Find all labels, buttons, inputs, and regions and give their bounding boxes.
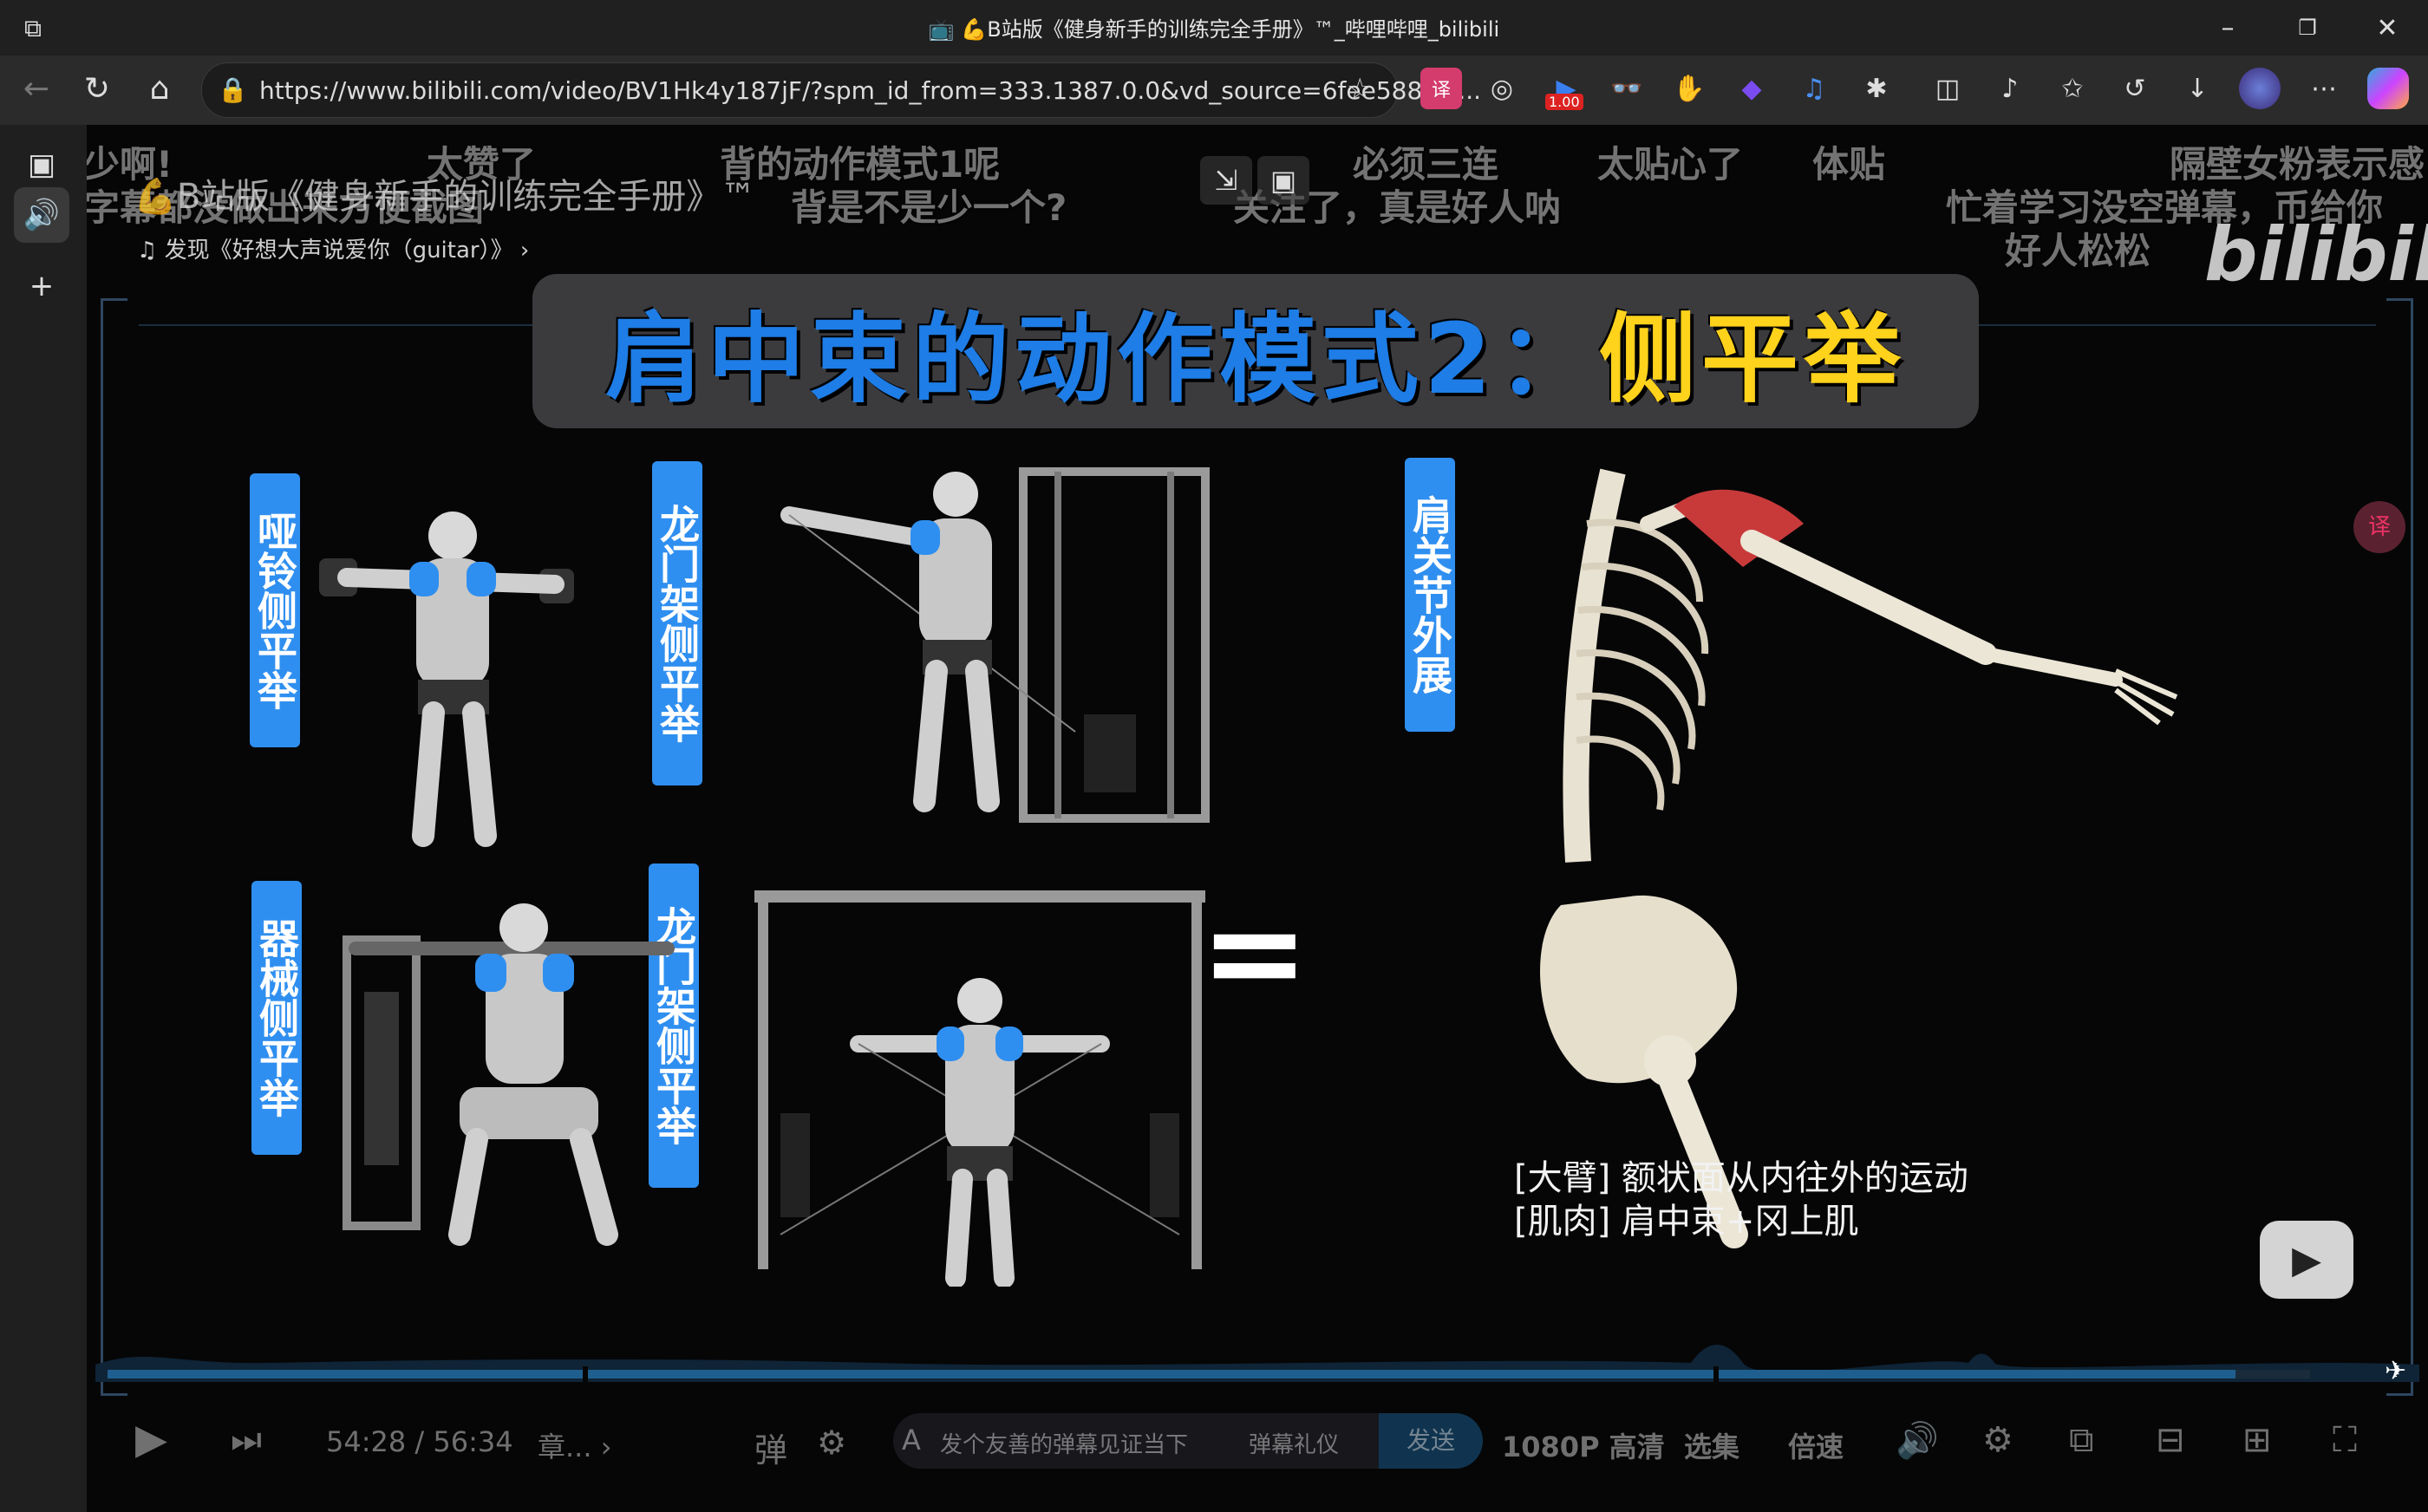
- pip-control-icon[interactable]: ⧉: [2069, 1420, 2094, 1460]
- progress-handle-icon[interactable]: ✈: [2385, 1356, 2406, 1386]
- downloads-icon[interactable]: ↓: [2177, 68, 2218, 109]
- danmaku-placeholder: 发个友善的弹幕见证当下: [940, 1432, 1189, 1458]
- audio-tab-icon[interactable]: 🔊: [14, 187, 69, 243]
- url-text[interactable]: https://www.bilibili.com/video/BV1Hk4y18…: [259, 76, 1481, 105]
- send-button[interactable]: 发送: [1379, 1413, 1483, 1469]
- episodes-button[interactable]: 选集: [1684, 1425, 1739, 1465]
- purple-extension-icon[interactable]: ◆: [1731, 68, 1772, 109]
- next-button[interactable]: ⏭: [231, 1420, 262, 1460]
- danmaku-settings-icon[interactable]: ⚙: [817, 1424, 846, 1462]
- time-separator: /: [414, 1425, 425, 1458]
- restore-button[interactable]: ❐: [2268, 0, 2346, 55]
- refresh-icon[interactable]: ↻: [73, 64, 121, 113]
- label-shoulder-abduction: 肩关节外展: [1405, 458, 1455, 732]
- bilibili-tv-icon[interactable]: ▶: [2260, 1221, 2353, 1299]
- back-icon[interactable]: ←: [12, 64, 61, 113]
- read-aloud-icon[interactable]: ♪: [1989, 68, 2031, 109]
- danmaku-toggle-icon[interactable]: 弹: [754, 1424, 787, 1471]
- time-current: 54:28: [326, 1425, 407, 1458]
- widescreen-icon[interactable]: ⊟: [2156, 1420, 2185, 1460]
- translate-extension-icon[interactable]: 译: [1420, 68, 1462, 109]
- minimize-button[interactable]: –: [2189, 0, 2267, 55]
- cable-raise-figure-2: [754, 890, 1205, 1287]
- machine-raise-figure: [343, 903, 675, 1246]
- label-cable-raise-1: 龙门架侧平举: [652, 461, 702, 785]
- fullscreen-icon[interactable]: ⛶: [2333, 1420, 2357, 1460]
- chevron-right-icon: ›: [512, 238, 530, 264]
- video-player[interactable]: 少啊! 太赞了 背的动作模式1呢 必须三连 太贴心了 体贴 隔壁女粉表示感 字幕…: [87, 125, 2428, 1512]
- extension-badge: 1.00: [1545, 94, 1583, 110]
- time-total: 56:34: [433, 1425, 513, 1458]
- danmaku-item: 背是不是少一个?: [791, 186, 1067, 229]
- danmaku-item: 好人松松: [2005, 230, 2151, 272]
- profile-avatar[interactable]: [2239, 68, 2281, 109]
- progress-track[interactable]: [108, 1370, 2310, 1378]
- more-menu-icon[interactable]: ⋯: [2303, 68, 2345, 109]
- home-icon[interactable]: ⌂: [135, 64, 184, 113]
- danmaku-item: 太贴心了: [1597, 143, 1744, 186]
- glasses-extension-icon[interactable]: 👓: [1606, 68, 1648, 109]
- favorite-star-icon[interactable]: ☆: [1347, 72, 1373, 107]
- volume-icon[interactable]: 🔊: [1896, 1420, 1939, 1461]
- danmaku-item: 体贴: [1812, 143, 1886, 186]
- reader-extension-icon[interactable]: ◎: [1481, 68, 1523, 109]
- new-tab-icon[interactable]: +: [14, 258, 69, 314]
- dumbbell-raise-figure: [319, 512, 574, 847]
- danmaku-style-icon[interactable]: A: [902, 1424, 921, 1457]
- progress-fill: [108, 1370, 2235, 1378]
- ai-screenshot-icon[interactable]: ▣: [1257, 156, 1309, 205]
- skeleton-illustration: [1540, 468, 2178, 1248]
- split-screen-icon[interactable]: ◫: [1927, 68, 1968, 109]
- site-info-icon[interactable]: 🔒: [218, 75, 248, 104]
- history-icon[interactable]: ↺: [2114, 68, 2156, 109]
- title-bar: ⧉ 📺 💪B站版《健身新手的训练完全手册》™_哔哩哔哩_bilibili – ❐…: [0, 0, 2428, 55]
- cable-raise-figure-1: [780, 467, 1210, 823]
- play-button[interactable]: ▶: [135, 1415, 167, 1463]
- danmaku-etiquette[interactable]: 弹幕礼仪: [1249, 1427, 1339, 1459]
- translate-float-icon[interactable]: 译: [2353, 501, 2405, 553]
- video-speed-extension-icon[interactable]: ▶ 1.00: [1545, 68, 1587, 110]
- pip-icon[interactable]: ⇲: [1200, 156, 1252, 205]
- chapter-button[interactable]: 章... ›: [538, 1425, 612, 1465]
- copilot-icon[interactable]: [2367, 68, 2409, 109]
- hud-frame-right: [2386, 298, 2413, 1396]
- speed-button[interactable]: 倍速: [1788, 1425, 1844, 1465]
- slide-title: 肩中束的动作模式2： 侧平举: [532, 274, 1979, 428]
- settings-icon[interactable]: ⚙: [1982, 1420, 2014, 1460]
- close-button[interactable]: ✕: [2348, 0, 2426, 55]
- chapter-divider: [1713, 1366, 1719, 1382]
- address-bar[interactable]: 🔒 https://www.bilibili.com/video/BV1Hk4y…: [201, 62, 1481, 118]
- caption-muscles: [肌肉] 肩中束+冈上肌: [1514, 1202, 1859, 1242]
- chevron-right-icon: ›: [591, 1431, 612, 1463]
- video-overlay-title: 💪B站版《健身新手的训练完全手册》™: [134, 177, 756, 217]
- tab-panel-icon[interactable]: ▣: [14, 137, 69, 192]
- favorites-icon[interactable]: ✩: [2052, 68, 2093, 109]
- browser-toolbar: ← ↻ ⌂ 🔒 https://www.bilibili.com/video/B…: [0, 55, 2428, 125]
- tab-actions-icon[interactable]: ⧉: [24, 14, 55, 42]
- label-machine-raise: 器械侧平举: [251, 881, 302, 1155]
- label-dumbbell-raise: 哑铃侧平举: [250, 473, 300, 747]
- music-note-icon: ♫: [137, 238, 165, 264]
- time-display: 54:28 / 56:34: [326, 1425, 513, 1458]
- music-extension-icon[interactable]: ♫: [1793, 68, 1835, 109]
- adblock-extension-icon[interactable]: ✋: [1668, 68, 1710, 109]
- bilibili-tab-icon: 📺: [928, 17, 955, 42]
- quality-button[interactable]: 1080P 高清: [1502, 1425, 1665, 1465]
- hud-frame-left: [101, 298, 127, 1396]
- music-info[interactable]: ♫ 发现《好想大声说爱你（guitar）》 ›: [137, 232, 529, 264]
- web-fullscreen-icon[interactable]: ⊞: [2242, 1420, 2272, 1460]
- vertical-tabs-sidebar: ▣ 🔊 +: [0, 125, 87, 1512]
- extensions-icon[interactable]: ✱: [1856, 68, 1897, 109]
- bilibili-watermark: bilibili: [2204, 212, 2428, 298]
- muscle-emoji-icon: 💪: [134, 177, 177, 217]
- window-title: 📺 💪B站版《健身新手的训练完全手册》™_哔哩哔哩_bilibili: [928, 17, 1500, 42]
- equals-sign: =: [1200, 877, 1309, 1028]
- chapter-divider: [583, 1366, 588, 1382]
- danmaku-input[interactable]: A 发个友善的弹幕见证当下 弹幕礼仪 发送: [893, 1413, 1483, 1469]
